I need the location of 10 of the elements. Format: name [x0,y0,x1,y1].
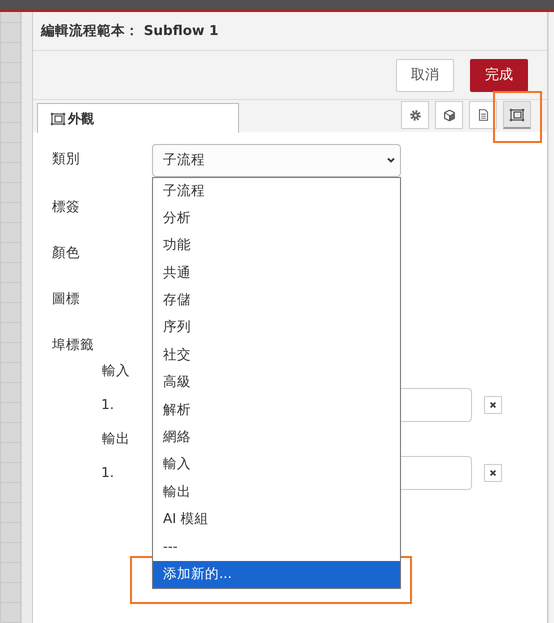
port-group-label: 輸出 [102,430,130,448]
port-group-label: 輸入 [102,362,130,380]
field-label: 圖標 [52,290,81,308]
dialog-title: 編輯流程範本： Subflow 1 [41,22,219,40]
field-label: 埠標籤 [52,336,95,354]
field-label: 標簽 [52,198,81,216]
port-number: 1. [100,397,114,413]
port-number: 1. [100,465,114,481]
field-label: 顏色 [52,244,81,262]
field-label: 類別 [52,150,81,168]
